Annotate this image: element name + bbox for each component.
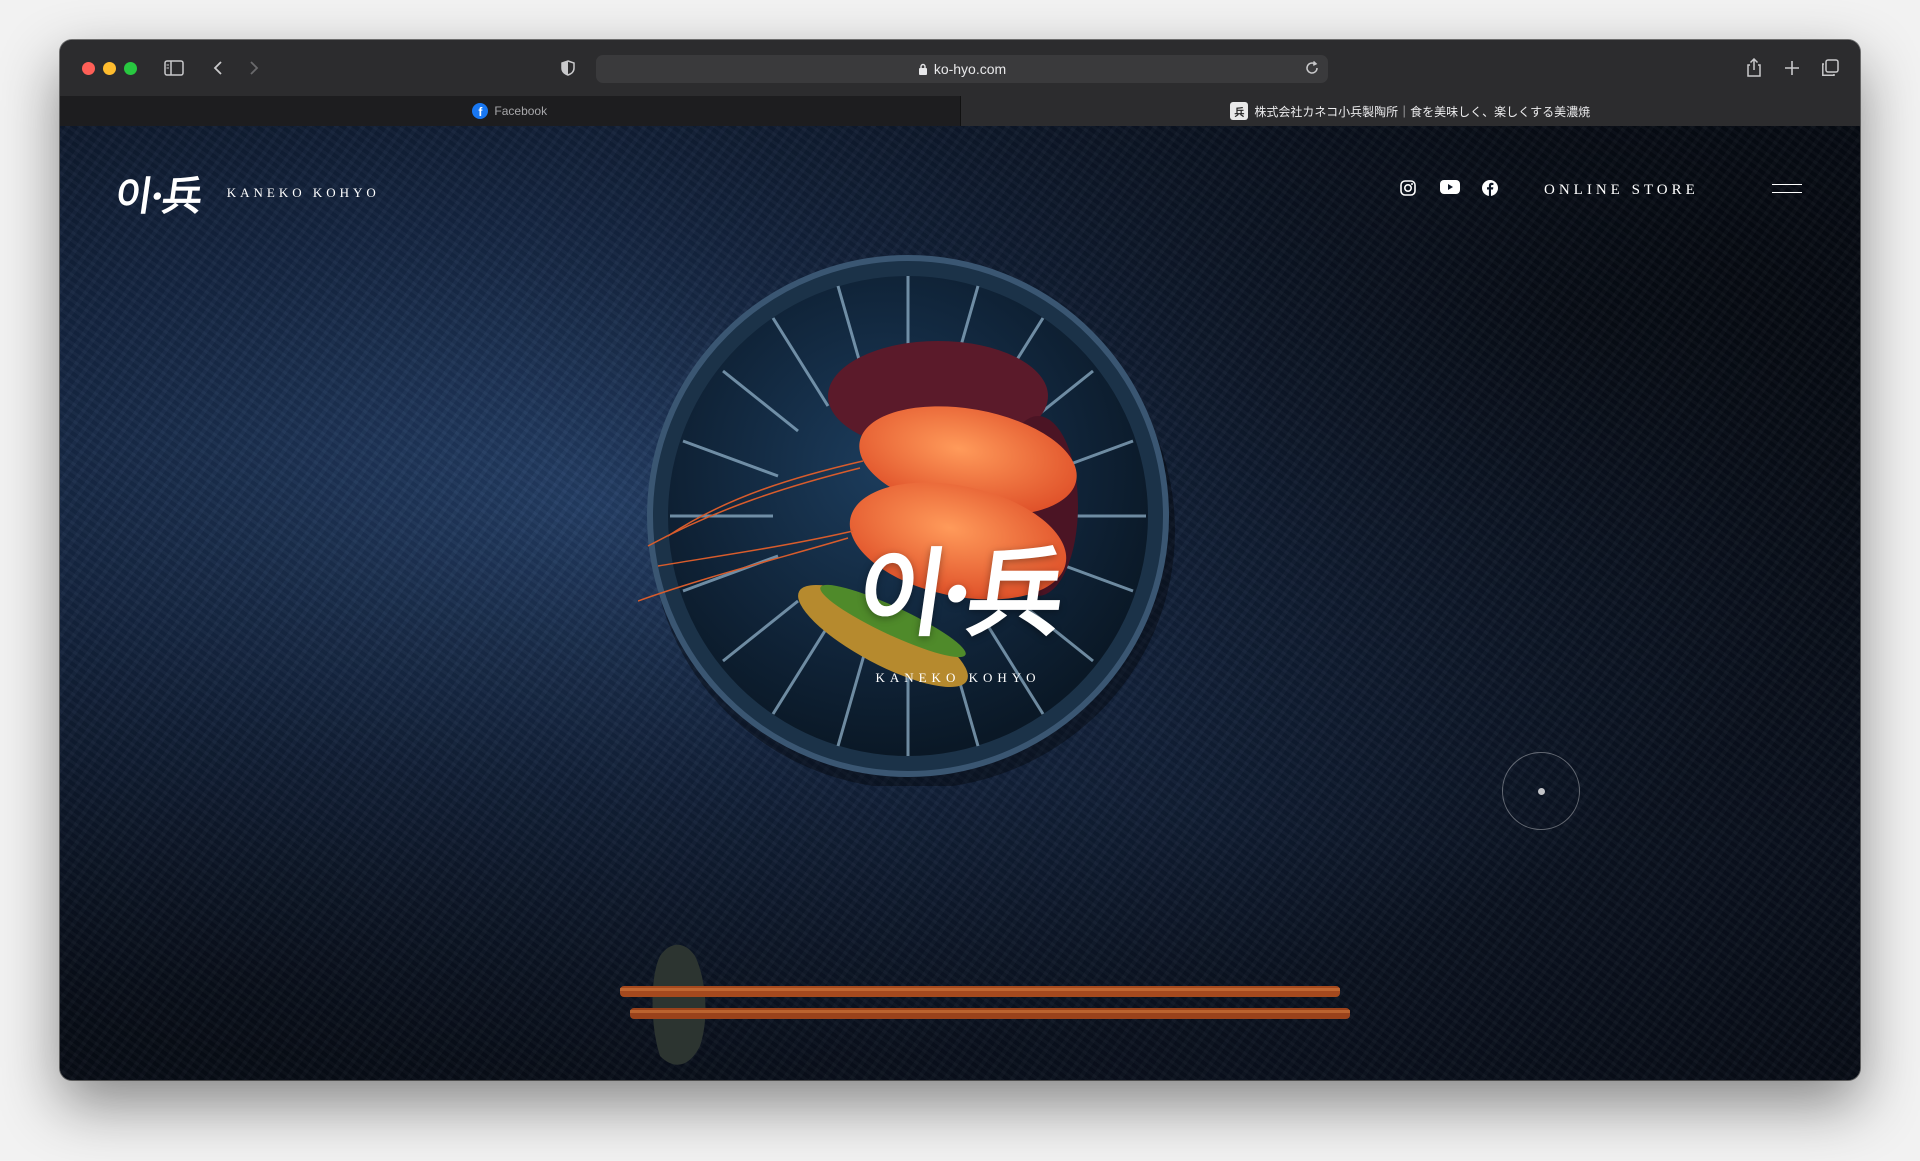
site-logo[interactable]: 이·兵 KANEKO KOHYO bbox=[112, 164, 380, 222]
share-icon[interactable] bbox=[1740, 54, 1768, 82]
online-store-link[interactable]: ONLINE STORE bbox=[1544, 182, 1699, 199]
hamburger-menu-icon[interactable] bbox=[1772, 184, 1802, 198]
tab-bar: f Facebook 兵 株式会社カネコ小兵製陶所｜食を美味しく、楽しくする美濃… bbox=[60, 96, 1860, 126]
browser-window: ko-hyo.com f Facebook 兵 株式会社カネコ小兵製陶所｜食を美… bbox=[60, 40, 1860, 1080]
hero-logo: 이·兵 KANEKO KOHYO bbox=[850, 537, 1066, 686]
tab-label: 株式会社カネコ小兵製陶所｜食を美味しく、楽しくする美濃焼 bbox=[1254, 104, 1591, 119]
brand-name: KANEKO KOHYO bbox=[226, 185, 380, 200]
browser-toolbar: ko-hyo.com bbox=[60, 40, 1860, 97]
minimize-window-button[interactable] bbox=[103, 62, 116, 75]
zoom-window-button[interactable] bbox=[124, 62, 137, 75]
tab-kaneko-kohyo[interactable]: 兵 株式会社カネコ小兵製陶所｜食を美味しく、楽しくする美濃焼 bbox=[960, 96, 1860, 126]
hero-plate-image bbox=[638, 255, 1175, 786]
tab-overview-icon[interactable] bbox=[1816, 54, 1844, 82]
chopsticks-image bbox=[620, 944, 1350, 1065]
privacy-shield-icon[interactable] bbox=[554, 54, 582, 82]
new-tab-icon[interactable] bbox=[1778, 54, 1806, 82]
close-window-button[interactable] bbox=[82, 62, 95, 75]
hero-section: 이·兵 KANEKO KOHYO ONLINE STORE 이·兵 KANEKO… bbox=[60, 126, 1860, 1080]
tab-facebook[interactable]: f Facebook bbox=[60, 96, 961, 126]
kohyo-favicon: 兵 bbox=[1230, 102, 1249, 120]
back-icon[interactable] bbox=[204, 54, 232, 82]
logo-mark: 이·兵 bbox=[112, 173, 204, 220]
address-bar[interactable]: ko-hyo.com bbox=[596, 55, 1328, 83]
scroll-indicator-dot bbox=[1538, 788, 1545, 795]
lock-icon bbox=[918, 63, 928, 75]
tab-label: Facebook bbox=[494, 104, 548, 118]
facebook-icon[interactable] bbox=[1482, 180, 1498, 196]
forward-icon[interactable] bbox=[240, 54, 268, 82]
instagram-icon[interactable] bbox=[1400, 180, 1416, 196]
youtube-icon[interactable] bbox=[1440, 180, 1460, 194]
hero-brand-name: KANEKO KOHYO bbox=[875, 670, 1041, 685]
url-text: ko-hyo.com bbox=[933, 61, 1007, 77]
hero-logo-mark: 이·兵 bbox=[850, 537, 1066, 650]
scroll-indicator[interactable] bbox=[1502, 752, 1580, 830]
facebook-icon: f bbox=[472, 103, 489, 119]
reload-icon[interactable] bbox=[1304, 60, 1320, 76]
sidebar-toggle-icon[interactable] bbox=[160, 54, 188, 82]
